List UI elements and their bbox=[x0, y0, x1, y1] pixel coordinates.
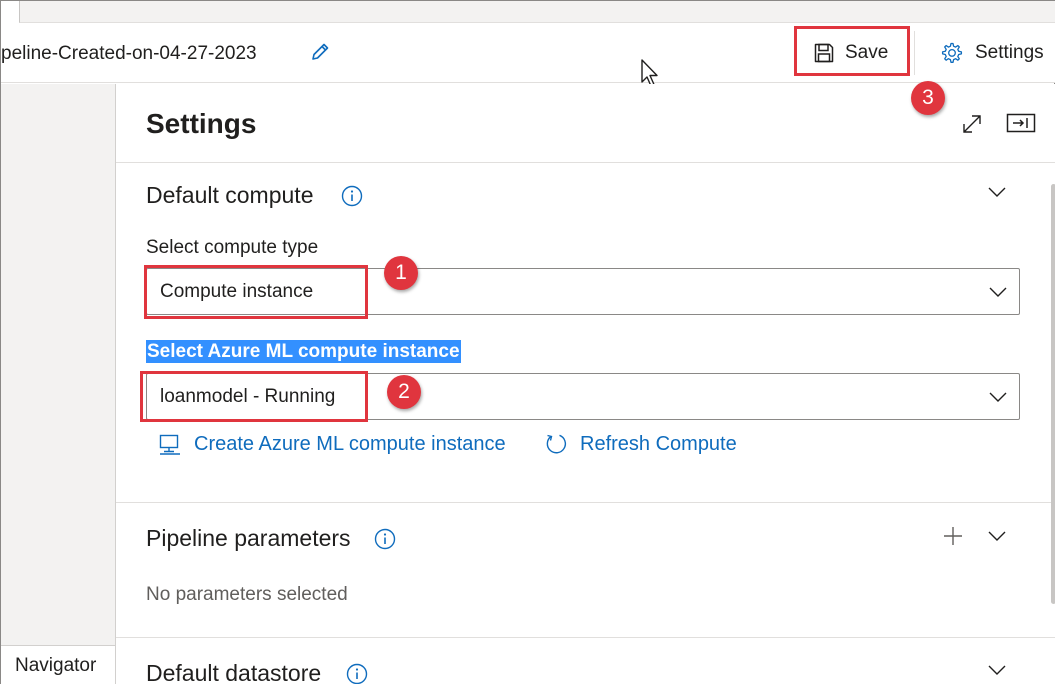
create-compute-link-label: Create Azure ML compute instance bbox=[194, 432, 506, 455]
create-compute-instance-link[interactable]: Create Azure ML compute instance bbox=[158, 432, 506, 456]
default-compute-title: Default compute bbox=[146, 182, 314, 208]
expand-icon[interactable] bbox=[960, 112, 984, 136]
refresh-icon bbox=[546, 434, 567, 454]
dock-panel-icon[interactable] bbox=[1006, 112, 1036, 134]
pipeline-parameters-title: Pipeline parameters bbox=[146, 525, 351, 551]
compute-type-label: Select compute type bbox=[146, 237, 319, 258]
plus-icon[interactable] bbox=[942, 525, 964, 547]
info-icon[interactable] bbox=[341, 185, 363, 207]
pipeline-name: peline-Created-on-04-27-2023 bbox=[1, 43, 257, 64]
pencil-icon[interactable] bbox=[309, 41, 331, 63]
refresh-compute-link[interactable]: Refresh Compute bbox=[544, 432, 737, 456]
compute-instance-callout-box bbox=[140, 371, 368, 422]
info-icon[interactable] bbox=[346, 663, 368, 684]
compute-type-callout-box bbox=[144, 265, 368, 319]
section-divider bbox=[116, 502, 1055, 503]
panel-header-divider bbox=[116, 162, 1055, 163]
navigator-label: Navigator bbox=[15, 654, 97, 676]
header-divider bbox=[914, 31, 915, 75]
settings-button[interactable]: Settings bbox=[939, 35, 1044, 71]
chevron-down-icon bbox=[989, 287, 1007, 297]
info-icon[interactable] bbox=[374, 528, 396, 550]
no-parameters-text: No parameters selected bbox=[146, 584, 348, 605]
toolbar-strip bbox=[19, 1, 1055, 23]
panel-scrollbar[interactable] bbox=[1051, 184, 1055, 604]
refresh-compute-link-label: Refresh Compute bbox=[580, 432, 737, 455]
section-divider bbox=[116, 637, 1055, 638]
chevron-down-icon[interactable] bbox=[986, 659, 1008, 681]
default-datastore-title: Default datastore bbox=[146, 660, 322, 684]
compute-instance-label-wrap: Select Azure ML compute instance bbox=[146, 340, 461, 363]
save-callout-box bbox=[794, 26, 910, 76]
chevron-down-icon[interactable] bbox=[986, 181, 1008, 203]
panel-title: Settings bbox=[146, 108, 257, 139]
compute-instance-icon bbox=[159, 434, 180, 455]
settings-button-label: Settings bbox=[975, 42, 1044, 63]
callout-badge-2: 2 bbox=[387, 375, 421, 409]
gear-icon bbox=[941, 42, 963, 63]
chevron-down-icon bbox=[989, 392, 1007, 402]
chevron-down-icon[interactable] bbox=[986, 525, 1008, 547]
designer-canvas bbox=[1, 84, 115, 684]
navigator-tab[interactable]: Navigator bbox=[1, 645, 115, 684]
callout-badge-1: 1 bbox=[384, 256, 418, 290]
compute-instance-label: Select Azure ML compute instance bbox=[146, 340, 461, 363]
callout-badge-3: 3 bbox=[911, 81, 945, 115]
